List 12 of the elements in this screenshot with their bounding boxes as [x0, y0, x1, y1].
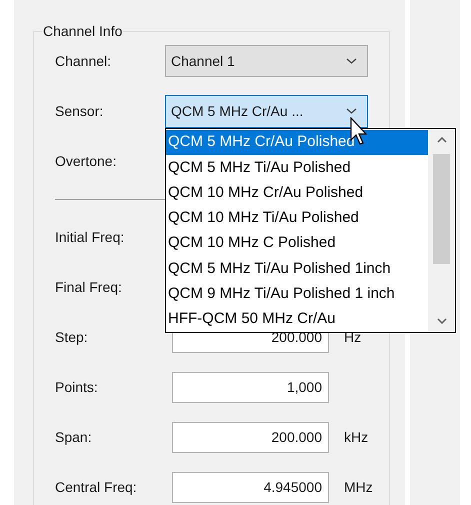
field-label: Sensor:	[55, 102, 104, 120]
unit-label: Hz	[344, 328, 362, 346]
field-label: Step:	[55, 328, 89, 347]
field-label: Overtone:	[55, 152, 118, 170]
field-label: Channel:	[55, 52, 112, 70]
field-label: Central Freq:	[55, 478, 138, 497]
field-label: Points:	[55, 378, 99, 396]
field-label: Initial Freq:	[55, 228, 126, 247]
unit-label: kHz	[344, 428, 368, 446]
field-label: Final Freq:	[55, 278, 123, 297]
unit-label: MHz	[344, 478, 373, 496]
field-label: Span:	[55, 428, 93, 447]
